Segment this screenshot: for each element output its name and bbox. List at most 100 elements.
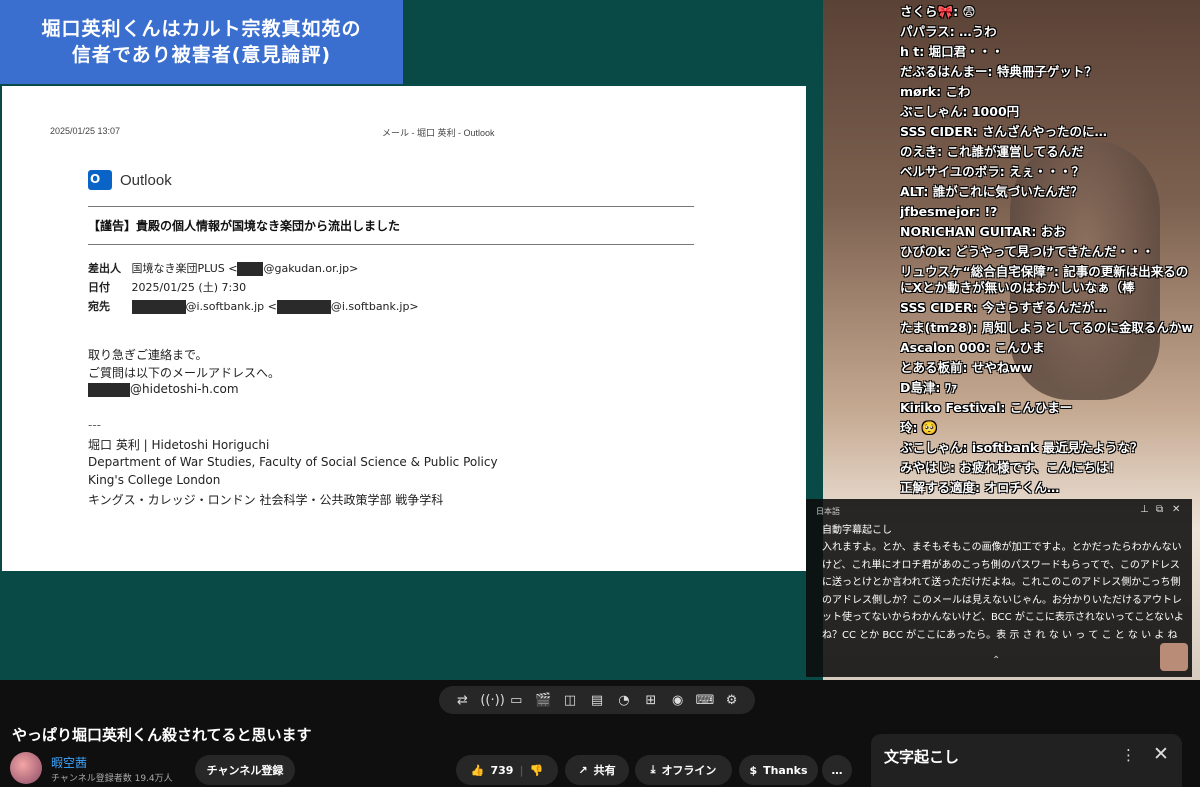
add-icon[interactable]: ⊞ bbox=[642, 693, 660, 708]
chat-message: Kiriko Festival: こんひまー bbox=[900, 400, 1073, 415]
chat-overlay: さくら🎀: 😨 パパラス: …うわ h t: 堀口君・・・だぶるはんまー: 特典冊子… bbox=[900, 2, 1196, 498]
chevron-up-icon[interactable]: ⌃ bbox=[992, 655, 1000, 666]
from-row: 差出人 国境なき楽団PLUS < @gakudan.or.jp> bbox=[88, 260, 358, 276]
like-dislike-group: 👍 739 | 👎 bbox=[456, 755, 558, 785]
video-title: やっぱり堀口英利くん殺されてると思います bbox=[12, 726, 312, 744]
chat-message: D島津: ﾜｧ bbox=[900, 380, 958, 395]
email-screenshot: 2025/01/25 13:07 メール - 堀口 英利 - Outlook O… bbox=[2, 86, 806, 571]
chat-message: mørk: こわ bbox=[900, 84, 971, 99]
window-icon[interactable]: ◫ bbox=[561, 693, 579, 708]
chat-message: 玲: 🥺 bbox=[900, 420, 938, 435]
caption-language: 日本語 bbox=[816, 507, 840, 516]
outlook-icon bbox=[88, 170, 112, 190]
clapper-icon[interactable]: 🎬 bbox=[534, 693, 552, 708]
share-label: 共有 bbox=[593, 764, 616, 777]
redaction bbox=[131, 300, 186, 314]
miniplayer-icon[interactable]: ▤ bbox=[588, 693, 606, 708]
chat-message: リュウスケ“総合自宅保障”: 記事の更新は出来るのにXとか動きが無いのはおかしい… bbox=[900, 264, 1189, 295]
redaction bbox=[237, 262, 264, 276]
chat-message: ALT: 誰がこれに気づいたんだ？ bbox=[900, 184, 1083, 199]
close-icon[interactable]: ✕ bbox=[1172, 504, 1180, 515]
signature-line-2: Department of War Studies, Faculty of So… bbox=[88, 455, 498, 469]
extension-toolbar: ⇄ ((·)) ▭ 🎬 ◫ ▤ ◔ ⊞ ◉ ⌨ ⚙ bbox=[439, 686, 755, 714]
loop-icon[interactable]: ⇄ bbox=[453, 693, 471, 708]
from-label: 差出人 bbox=[88, 262, 121, 275]
print-window-title: メール - 堀口 英利 - Outlook bbox=[382, 128, 495, 138]
chat-message: ぶこしゃん: 1000円 bbox=[900, 104, 1020, 119]
thumbs-up-icon[interactable]: 👍 bbox=[471, 764, 485, 777]
signature-line-3: King's College London bbox=[88, 473, 221, 487]
body-line-2: ご質問は以下のメールアドレスへ。 bbox=[88, 366, 281, 380]
keyboard-icon[interactable]: ⌨ bbox=[696, 693, 715, 708]
subscriber-count: チャンネル登録者数 19.4万人 bbox=[51, 774, 173, 784]
chat-message: jfbesmejor: !? bbox=[900, 204, 998, 219]
to-b: @i.softbank.jp> bbox=[330, 300, 419, 313]
chat-message: NORICHAN GUITAR: おお bbox=[900, 224, 1066, 239]
chat-message: さくら🎀: 😨 bbox=[900, 4, 976, 19]
divider bbox=[88, 244, 694, 245]
download-icon: ⤓ bbox=[650, 763, 656, 776]
to-a: @i.softbank.jp < bbox=[185, 300, 277, 313]
thanks-icon: $ bbox=[749, 763, 758, 777]
camera-icon[interactable]: ◉ bbox=[669, 693, 687, 708]
chat-message: とある板前: せやねww bbox=[900, 360, 1033, 375]
email-subject: 【謹告】貴殿の個人情報が国境なき楽団から流出しました bbox=[88, 219, 401, 233]
chat-message: ぶこしゃん: isoftbank 最近見たような？ bbox=[900, 440, 1143, 455]
like-divider: | bbox=[519, 763, 524, 777]
chat-message: ベルサイユのボラ: えぇ・・・？ bbox=[900, 164, 1085, 179]
banner-line-2: 信者であり被害者(意見論評) bbox=[71, 44, 332, 66]
signature-separator: --- bbox=[88, 418, 101, 432]
chat-message: ひびのk: どうやって見つけてきたんだ・・・ bbox=[900, 244, 1155, 259]
share-button[interactable]: ↗ 共有 bbox=[565, 755, 629, 785]
date-label: 日付 bbox=[88, 281, 110, 294]
chat-message: だぶるはんまー: 特典冊子ゲット？ bbox=[900, 64, 1097, 79]
body-line-1: 取り急ぎご連絡まで。 bbox=[88, 348, 208, 362]
chat-message: h t: 堀口君・・・ bbox=[900, 44, 1004, 59]
to-row: 宛先 @i.softbank.jp < @i.softbank.jp> bbox=[88, 298, 419, 314]
offline-button[interactable]: ⤓ オフライン bbox=[635, 755, 732, 785]
signature-line-1: 堀口 英利 | Hidetoshi Horiguchi bbox=[88, 438, 270, 452]
more-vert-icon[interactable]: ⋮ bbox=[1121, 746, 1136, 764]
subscribe-button[interactable]: チャンネル登録 bbox=[195, 755, 295, 785]
channel-avatar[interactable] bbox=[10, 752, 42, 784]
close-icon[interactable]: ✕ bbox=[1153, 743, 1169, 765]
gear-icon[interactable]: ⚙ bbox=[723, 693, 741, 708]
mini-avatar bbox=[1160, 643, 1188, 671]
signature-line-4: キングス・カレッジ・ロンドン 社会科学・公共政策学部 戦争学科 bbox=[88, 493, 444, 507]
channel-name[interactable]: 暇空茜 bbox=[51, 754, 87, 771]
redaction bbox=[276, 300, 331, 314]
video-player[interactable]: 堀口英利くんはカルト宗教真如苑の 信者であり被害者(意見論評) 2025/01/… bbox=[0, 0, 1200, 680]
chat-message: みやはじ: お疲れ様です、こんにちは！ bbox=[900, 460, 1121, 475]
pin-icon[interactable]: ⊥ bbox=[1140, 504, 1149, 515]
reply-address: @hidetoshi-h.com bbox=[130, 382, 239, 396]
thanks-button[interactable]: $ Thanks bbox=[739, 755, 818, 785]
chat-message: SSS CIDER: さんざんやったのに… bbox=[900, 124, 1107, 139]
divider bbox=[88, 206, 694, 207]
thumbs-down-icon[interactable]: 👎 bbox=[530, 764, 544, 777]
transcript-panel: 文字起こし ⋮ ✕ bbox=[871, 734, 1182, 787]
caption-title: 自動字幕起こし bbox=[822, 525, 892, 536]
popout-icon[interactable]: ⧉ bbox=[1156, 504, 1163, 515]
date-value: 2025/01/25 (土) 7:30 bbox=[131, 281, 247, 294]
to-label: 宛先 bbox=[88, 300, 110, 313]
chat-message: SSS CIDER: 今さらすぎるんだが… bbox=[900, 300, 1107, 315]
cast-icon[interactable]: ((·)) bbox=[480, 693, 504, 708]
print-datetime: 2025/01/25 13:07 bbox=[50, 126, 121, 136]
speed-icon[interactable]: ◔ bbox=[615, 693, 633, 708]
redaction bbox=[88, 382, 130, 397]
caption-panel[interactable]: 日本語 ⊥ ⧉ ✕ 自動字幕起こし 入れますよ。とか、まそもそもこの画像が加工で… bbox=[806, 499, 1192, 677]
banner-line-1: 堀口英利くんはカルト宗教真如苑の bbox=[41, 18, 362, 40]
like-count[interactable]: 739 bbox=[491, 764, 514, 777]
subscribe-label: チャンネル登録 bbox=[206, 764, 284, 777]
chat-message: パパラス: …うわ bbox=[900, 24, 997, 39]
more-horiz-icon: … bbox=[831, 763, 843, 777]
more-actions-button[interactable]: … bbox=[822, 755, 852, 785]
transcript-title: 文字起こし bbox=[884, 748, 960, 766]
chat-message: Ascalon 000: こんひま bbox=[900, 340, 1045, 355]
outlook-label: Outlook bbox=[120, 172, 172, 189]
offline-label: オフライン bbox=[661, 764, 717, 777]
watch-later-icon[interactable]: ▭ bbox=[507, 693, 525, 708]
from-domain: @gakudan.or.jp> bbox=[263, 262, 359, 275]
chat-message: のえき: これ誰が運営してるんだ bbox=[900, 144, 1084, 159]
body-line-3: @hidetoshi-h.com bbox=[88, 382, 239, 397]
